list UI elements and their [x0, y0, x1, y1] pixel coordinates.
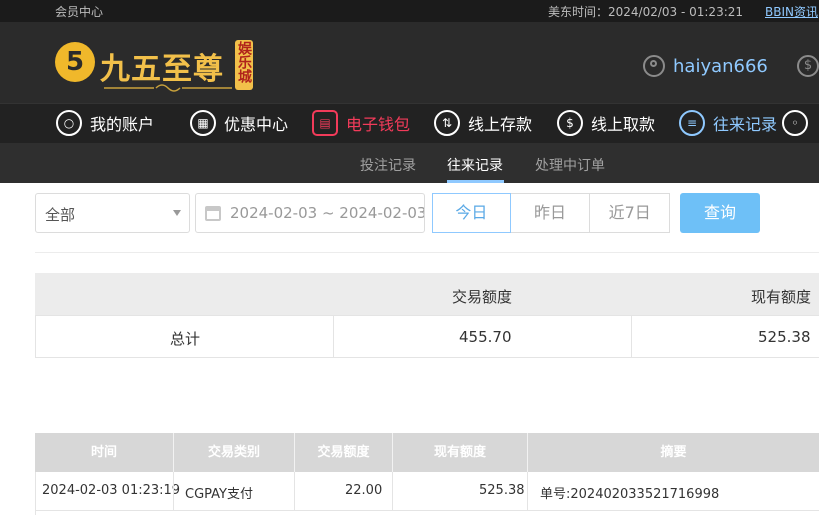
- table-row-partial: [35, 511, 819, 515]
- col-type: 交易类别: [207, 445, 260, 460]
- summary-header-amount: 交易额度: [452, 288, 513, 306]
- bbin-news-link[interactable]: BBIN资讯: [765, 3, 818, 20]
- col-amount: 交易额度: [317, 445, 370, 460]
- col-separator: [527, 472, 528, 511]
- row-balance: 525.38: [479, 483, 525, 498]
- row-amount: 22.00: [345, 483, 383, 498]
- query-button[interactable]: 查询: [680, 193, 760, 233]
- active-tab-underline: [447, 180, 504, 183]
- logo-text[interactable]: 九五至尊: [100, 44, 224, 88]
- user-account[interactable]: haiyan666: [643, 55, 768, 77]
- record-icon: ≡: [679, 110, 705, 136]
- nav-label: 线上取款: [591, 115, 656, 134]
- username[interactable]: haiyan666: [673, 56, 768, 77]
- logo-badge: 娱乐城: [235, 40, 253, 90]
- site-header: 5 九五至尊 娱乐城 haiyan666 $: [0, 22, 819, 103]
- yesterday-button[interactable]: 昨日: [510, 193, 591, 233]
- eastern-time: 美东时间：2024/02/03 - 01:23:21: [548, 5, 744, 19]
- nav-label: 电子钱包: [346, 115, 411, 134]
- logo-ornament-icon: [104, 84, 232, 92]
- user-icon: ○: [56, 110, 82, 136]
- nav-transaction-records[interactable]: ≡ 往来记录: [679, 110, 777, 136]
- last-7-days-button[interactable]: 近7日: [590, 193, 670, 233]
- summary-row: 总计 455.70 525.38: [35, 315, 819, 358]
- summary-total-label: 总计: [170, 330, 201, 348]
- nav-more[interactable]: ◦: [782, 110, 816, 136]
- logo-icon[interactable]: 5: [55, 42, 95, 82]
- nav-label: 往来记录: [713, 115, 778, 134]
- nav-label: 我的账户: [90, 115, 155, 134]
- summary-amount: 455.70: [459, 328, 512, 346]
- col-time: 时间: [90, 445, 117, 460]
- date-range-value: 2024-02-03 ~ 2024-02-03: [230, 204, 425, 222]
- withdraw-icon: $: [557, 110, 583, 136]
- sub-nav: 投注记录 往来记录 处理中订单: [0, 143, 819, 183]
- dollar-icon[interactable]: $: [797, 55, 819, 77]
- nav-online-deposit[interactable]: ⇅ 线上存款: [434, 110, 532, 136]
- col-separator: [173, 472, 174, 511]
- tab-pending-orders[interactable]: 处理中订单: [535, 155, 605, 175]
- row-type: CGPAY支付: [185, 487, 253, 502]
- today-button[interactable]: 今日: [432, 193, 511, 233]
- row-time: 2024-02-03 01:23:19: [42, 483, 181, 498]
- summary-header-balance: 现有额度: [751, 288, 812, 306]
- wallet-icon: ▤: [312, 110, 338, 136]
- col-memo: 摘要: [660, 445, 687, 460]
- logo-badge-text: 娱乐城: [236, 41, 252, 83]
- gift-icon: ▦: [190, 110, 216, 136]
- member-center-label: 会员中心: [55, 5, 104, 19]
- detail-table-header: 时间 交易类别 交易额度 现有额度 摘要: [35, 433, 819, 472]
- nav-online-withdraw[interactable]: $ 线上取款: [557, 110, 655, 136]
- top-info-bar: 会员中心 美东时间：2024/02/03 - 01:23:21 BBIN资讯: [0, 0, 819, 22]
- nav-promotions[interactable]: ▦ 优惠中心: [190, 110, 288, 136]
- cell-separator: [333, 316, 334, 357]
- caret-down-icon: [173, 210, 181, 216]
- nav-label: 线上存款: [468, 115, 533, 134]
- tab-bet-records[interactable]: 投注记录: [360, 155, 416, 175]
- divider: [35, 252, 819, 253]
- calendar-icon: [205, 206, 221, 221]
- user-avatar-icon: [643, 55, 665, 77]
- summary-balance: 525.38: [758, 328, 811, 346]
- date-range-input[interactable]: 2024-02-03 ~ 2024-02-03: [195, 193, 425, 233]
- nav-e-wallet[interactable]: ▤ 电子钱包: [312, 110, 410, 136]
- nav-label: 优惠中心: [224, 115, 289, 134]
- deposit-icon: ⇅: [434, 110, 460, 136]
- main-nav: ○ 我的账户 ▦ 优惠中心 ▤ 电子钱包 ⇅ 线上存款 $ 线上取款 ≡ 往来记…: [0, 103, 819, 143]
- table-row: 2024-02-03 01:23:19 CGPAY支付 22.00 525.38…: [35, 472, 819, 511]
- cell-separator: [631, 316, 632, 357]
- tab-transaction-records[interactable]: 往来记录: [447, 155, 503, 175]
- nav-my-account[interactable]: ○ 我的账户: [56, 110, 154, 136]
- more-icon: ◦: [782, 110, 808, 136]
- summary-header: 交易额度 现有额度: [35, 273, 819, 315]
- quick-date-group: 今日 昨日 近7日: [432, 193, 670, 233]
- col-separator: [294, 472, 295, 511]
- col-balance: 现有额度: [433, 445, 486, 460]
- col-separator: [392, 472, 393, 511]
- row-memo: 单号:20240203352171699​8: [540, 487, 720, 502]
- type-select[interactable]: 全部: [35, 193, 190, 233]
- type-select-value: 全部: [45, 206, 76, 224]
